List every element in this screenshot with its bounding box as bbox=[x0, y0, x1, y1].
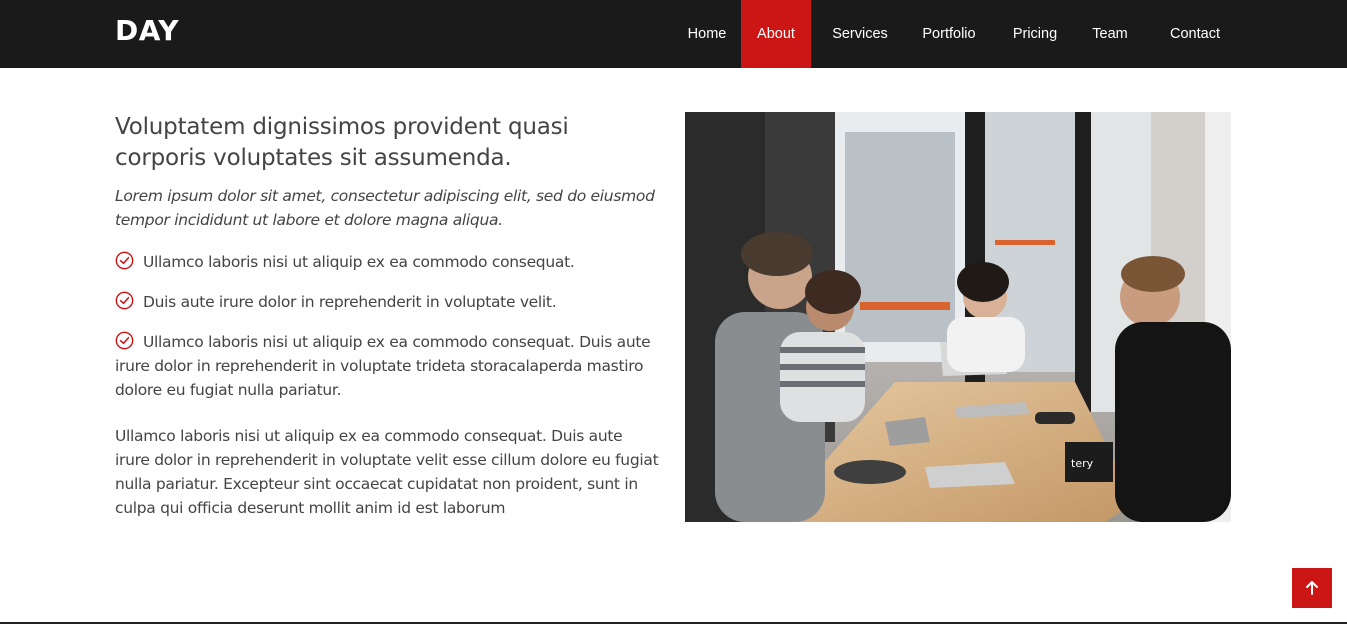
about-intro: Lorem ipsum dolor sit amet, consectetur … bbox=[115, 187, 655, 229]
about-content: Voluptatem dignissimos provident quasi c… bbox=[115, 112, 660, 520]
feature-checklist: Ullamco laboris nisi ut aliquip ex ea co… bbox=[115, 250, 660, 402]
photo-box-text: tery bbox=[1071, 457, 1094, 470]
check-circle-icon bbox=[115, 251, 134, 270]
site-header: DAY Home About Services Portfolio Pricin… bbox=[0, 0, 1347, 68]
back-to-top-button[interactable] bbox=[1292, 568, 1332, 608]
nav-about[interactable]: About bbox=[741, 0, 811, 68]
nav-portfolio[interactable]: Portfolio bbox=[904, 0, 994, 68]
nav-contact[interactable]: Contact bbox=[1150, 0, 1240, 68]
nav-services[interactable]: Services bbox=[815, 0, 905, 68]
checklist-text: Ullamco laboris nisi ut aliquip ex ea co… bbox=[115, 333, 651, 399]
about-paragraph: Ullamco laboris nisi ut aliquip ex ea co… bbox=[115, 427, 659, 517]
logo[interactable]: DAY bbox=[115, 14, 179, 47]
about-headline: Voluptatem dignissimos provident quasi c… bbox=[115, 114, 569, 171]
check-circle-icon bbox=[115, 291, 134, 310]
team-meeting-illustration: tery bbox=[685, 112, 1231, 522]
check-circle-icon bbox=[115, 331, 134, 350]
checklist-item: Ullamco laboris nisi ut aliquip ex ea co… bbox=[115, 330, 660, 402]
nav-team[interactable]: Team bbox=[1074, 0, 1146, 68]
checklist-item: Duis aute irure dolor in reprehenderit i… bbox=[115, 290, 660, 314]
checklist-text: Ullamco laboris nisi ut aliquip ex ea co… bbox=[143, 253, 575, 271]
team-meeting-photo: tery bbox=[685, 112, 1231, 522]
nav-pricing[interactable]: Pricing bbox=[995, 0, 1075, 68]
arrow-up-icon bbox=[1306, 581, 1318, 595]
checklist-item: Ullamco laboris nisi ut aliquip ex ea co… bbox=[115, 250, 660, 274]
nav-home[interactable]: Home bbox=[667, 0, 747, 68]
checklist-text: Duis aute irure dolor in reprehenderit i… bbox=[143, 293, 557, 311]
